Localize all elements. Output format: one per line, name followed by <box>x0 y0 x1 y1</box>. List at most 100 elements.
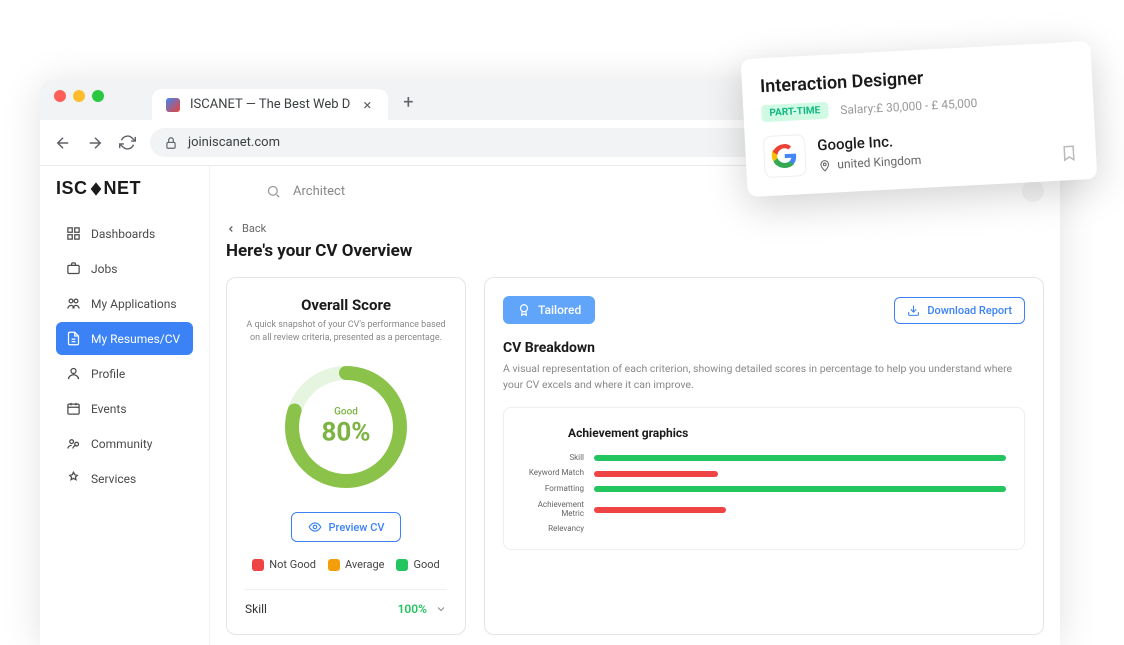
document-icon <box>66 331 81 346</box>
sidebar-item-dashboards[interactable]: Dashboards <box>56 217 193 250</box>
bar-row: Formatting <box>522 485 1006 494</box>
job-card[interactable]: Interaction Designer PART-TIME Salary:£ … <box>741 41 1098 197</box>
gauge-value: 80% <box>321 418 370 448</box>
company-name: Google Inc. <box>817 131 921 154</box>
sidebar-item-label: Jobs <box>91 262 117 276</box>
download-icon <box>907 304 920 317</box>
chevron-down-icon <box>435 603 447 615</box>
location-row: united Kingdom <box>818 153 922 172</box>
minimize-window-button[interactable] <box>73 90 85 102</box>
sidebar-item-label: Events <box>91 402 127 416</box>
dashboard-icon <box>66 226 81 241</box>
sidebar-item-community[interactable]: Community <box>56 427 193 460</box>
close-window-button[interactable] <box>54 90 66 102</box>
applications-icon <box>66 296 81 311</box>
sidebar-item-events[interactable]: Events <box>56 392 193 425</box>
reload-button[interactable] <box>118 134 136 152</box>
download-report-button[interactable]: Download Report <box>894 297 1025 324</box>
main-content: Back Here's your CV Overview Overall Sco… <box>210 166 1060 645</box>
bar-row: Relevancy <box>522 525 1006 534</box>
score-title: Overall Score <box>245 296 447 314</box>
app-body: ISCNET Dashboards Jobs My Applications M… <box>40 166 1060 645</box>
back-link[interactable]: Back <box>226 222 1044 235</box>
tailored-label: Tailored <box>538 303 581 317</box>
sidebar-item-label: Dashboards <box>91 227 155 241</box>
search-clear-button[interactable] <box>1022 180 1044 202</box>
breakdown-subtitle: A visual representation of each criterio… <box>503 361 1025 393</box>
location-icon <box>818 158 832 172</box>
sidebar-item-resumes[interactable]: My Resumes/CV <box>56 322 193 355</box>
sidebar: ISCNET Dashboards Jobs My Applications M… <box>40 166 210 645</box>
sidebar-item-jobs[interactable]: Jobs <box>56 252 193 285</box>
page-title: Here's your CV Overview <box>226 241 1044 261</box>
divider <box>245 589 447 590</box>
bookmark-icon[interactable] <box>1060 144 1079 163</box>
bar-track <box>594 507 1006 513</box>
eye-icon <box>308 520 322 534</box>
bar-row: Achievement Metric <box>522 501 1006 519</box>
browser-tab[interactable]: ISCANET — The Best Web D × <box>152 89 388 120</box>
back-label: Back <box>242 222 266 235</box>
bar-label: Achievement Metric <box>522 501 584 519</box>
favicon-icon <box>166 98 180 112</box>
legend-average: Average <box>328 558 385 571</box>
legend-not-good: Not Good <box>252 558 316 571</box>
company-row: Google Inc. united Kingdom <box>763 120 1079 178</box>
sidebar-item-label: Services <box>91 472 136 486</box>
sidebar-item-label: My Resumes/CV <box>91 332 180 346</box>
award-icon <box>517 303 531 317</box>
search-input[interactable] <box>293 184 646 199</box>
lock-icon <box>164 136 178 150</box>
forward-button[interactable] <box>86 134 104 152</box>
bar-row: Skill <box>522 454 1006 463</box>
bar-label: Formatting <box>522 485 584 494</box>
score-subtitle: A quick snapshot of your CV's performanc… <box>245 319 447 344</box>
sidebar-item-label: My Applications <box>91 297 177 311</box>
score-legend: Not Good Average Good <box>245 558 447 571</box>
preview-label: Preview CV <box>329 521 385 534</box>
salary-text: Salary:£ 30,000 - £ 45,000 <box>840 95 978 116</box>
badge-row: Tailored Download Report <box>503 296 1025 324</box>
sidebar-item-label: Community <box>91 437 152 451</box>
maximize-window-button[interactable] <box>92 90 104 102</box>
sidebar-item-applications[interactable]: My Applications <box>56 287 193 320</box>
google-logo-icon <box>771 142 798 169</box>
bar-fill <box>594 471 718 477</box>
url-text: joiniscanet.com <box>188 135 280 150</box>
new-tab-button[interactable]: + <box>394 88 422 116</box>
bar-label: Relevancy <box>522 525 584 534</box>
tab-title: ISCANET — The Best Web D <box>190 97 350 112</box>
breakdown-title: CV Breakdown <box>503 340 1025 356</box>
bar-track <box>594 471 1006 477</box>
bar-track <box>594 455 1006 461</box>
tailored-badge: Tailored <box>503 296 595 324</box>
preview-cv-button[interactable]: Preview CV <box>291 512 402 542</box>
services-icon <box>66 471 81 486</box>
chevron-left-icon <box>226 224 236 234</box>
score-gauge: Good 80% <box>281 362 411 492</box>
sidebar-item-label: Profile <box>91 367 125 381</box>
bar-fill <box>594 455 1006 461</box>
sidebar-item-profile[interactable]: Profile <box>56 357 193 390</box>
profile-icon <box>66 366 81 381</box>
back-button[interactable] <box>54 134 72 152</box>
briefcase-icon <box>66 261 81 276</box>
chart-title: Achievement graphics <box>568 426 1006 440</box>
logo: ISCNET <box>56 178 193 199</box>
sidebar-item-services[interactable]: Services <box>56 462 193 495</box>
bar-label: Keyword Match <box>522 469 584 478</box>
location-text: united Kingdom <box>837 153 922 171</box>
bar-fill <box>594 507 726 513</box>
achievement-chart: Achievement graphics Skill Keyword Match… <box>503 407 1025 551</box>
overall-score-card: Overall Score A quick snapshot of your C… <box>226 277 466 635</box>
close-tab-button[interactable]: × <box>360 98 374 112</box>
skill-metric-row[interactable]: Skill 100% <box>245 602 447 616</box>
bar-fill <box>594 486 1006 492</box>
search-icon <box>266 184 281 199</box>
bar-track <box>594 527 1006 533</box>
company-logo <box>763 134 807 178</box>
bar-row: Keyword Match <box>522 469 1006 478</box>
community-icon <box>66 436 81 451</box>
calendar-icon <box>66 401 81 416</box>
download-label: Download Report <box>927 304 1012 317</box>
